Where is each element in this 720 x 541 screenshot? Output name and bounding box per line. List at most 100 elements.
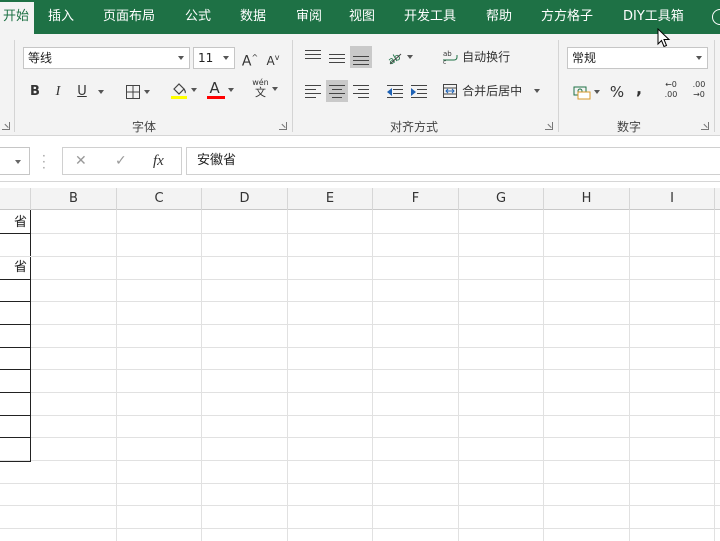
increase-decimal-top: ←0: [665, 80, 677, 89]
middle-align-icon[interactable]: [326, 46, 348, 68]
increase-font-size-button[interactable]: A^: [241, 47, 259, 70]
chevron-down-icon[interactable]: [696, 56, 702, 60]
font-color-button[interactable]: A: [203, 79, 237, 101]
gridline: [0, 460, 720, 461]
chevron-down-icon[interactable]: [15, 160, 21, 164]
column-header-f[interactable]: F: [373, 188, 459, 210]
column-header-h[interactable]: H: [544, 188, 630, 210]
gridline: [0, 392, 720, 393]
decrease-font-size-button[interactable]: Av: [264, 47, 282, 69]
orientation-icon: ab: [386, 51, 402, 67]
tab-page-layout[interactable]: 页面布局: [103, 0, 155, 34]
cell-border: [0, 415, 31, 416]
accounting-format-button[interactable]: [569, 81, 603, 103]
gridline: [0, 505, 720, 506]
svg-text:ab: ab: [443, 50, 452, 58]
tab-help[interactable]: 帮助: [486, 0, 512, 34]
chevron-down-icon: [406, 54, 413, 59]
align-left-icon[interactable]: [302, 80, 324, 102]
decrease-indent-icon[interactable]: [384, 80, 406, 102]
borders-button[interactable]: [121, 81, 153, 103]
alignment-launcher-icon[interactable]: [545, 122, 553, 130]
cell-a3[interactable]: 省: [0, 257, 31, 279]
chevron-down-icon[interactable]: [223, 56, 229, 60]
clipboard-launcher-icon[interactable]: [2, 122, 10, 130]
formula-bar-resize-handle[interactable]: · · ·: [42, 150, 46, 174]
group-separator: [558, 40, 559, 132]
cell-border: [0, 437, 31, 438]
chevron-down-icon: [534, 89, 541, 93]
tab-review[interactable]: 审阅: [296, 0, 322, 34]
tab-fangfang[interactable]: 方方格子: [541, 0, 593, 34]
tab-data[interactable]: 数据: [240, 0, 266, 34]
column-header-a[interactable]: [0, 188, 31, 210]
gridline: [0, 437, 720, 438]
worksheet-grid[interactable]: B C D E F G H I 省 省: [0, 188, 720, 541]
cell-border: [0, 256, 31, 257]
gridline: [543, 210, 544, 541]
font-name-combo[interactable]: 等线: [23, 47, 190, 69]
formula-buttons: ✕ ✓ fx: [62, 147, 182, 175]
font-name-value: 等线: [28, 51, 53, 65]
chevron-down-icon[interactable]: [178, 56, 184, 60]
chevron-down-icon: [190, 87, 197, 92]
alignment-group-label: 对齐方式: [390, 120, 439, 134]
tab-home[interactable]: 开始: [0, 2, 34, 34]
number-launcher-icon[interactable]: [701, 122, 709, 130]
column-header-b[interactable]: B: [31, 188, 117, 210]
tell-me-icon[interactable]: [712, 9, 720, 25]
tab-diy-toolbox[interactable]: DIY工具箱: [623, 0, 684, 34]
column-header-c[interactable]: C: [117, 188, 202, 210]
merge-center-button[interactable]: 合并后居中: [442, 80, 550, 102]
align-center-icon[interactable]: [326, 80, 348, 102]
enter-icon[interactable]: ✓: [115, 148, 127, 174]
underline-button[interactable]: U: [73, 81, 91, 103]
increase-decimal-button[interactable]: ←0 .00: [660, 80, 682, 106]
gridline: [372, 210, 373, 541]
tab-insert[interactable]: 插入: [48, 0, 74, 34]
phonetic-icon: wén 文: [252, 78, 269, 99]
group-separator: [292, 40, 293, 132]
column-header-g[interactable]: G: [459, 188, 544, 210]
column-header-row: B C D E F G H I: [0, 188, 720, 210]
font-size-combo[interactable]: 11: [193, 47, 235, 69]
name-box[interactable]: [0, 147, 30, 175]
cancel-icon[interactable]: ✕: [75, 148, 87, 174]
font-launcher-icon[interactable]: [279, 122, 287, 130]
cell-a1[interactable]: 省: [0, 212, 31, 233]
underline-dropdown[interactable]: [94, 81, 104, 103]
gridline: [0, 301, 720, 302]
formula-input[interactable]: 安徽省: [186, 147, 720, 175]
cell-a2[interactable]: [0, 234, 31, 256]
bottom-align-icon[interactable]: [350, 46, 372, 68]
group-separator: [14, 40, 15, 132]
number-format-combo[interactable]: 常规: [567, 47, 708, 69]
bold-button[interactable]: B: [26, 81, 44, 103]
column-header-e[interactable]: E: [288, 188, 373, 210]
shrink-font-icon: A: [266, 54, 275, 68]
tab-developer[interactable]: 开发工具: [404, 0, 456, 34]
phonetic-guide-button[interactable]: wén 文: [249, 78, 281, 106]
group-separator: [714, 40, 715, 132]
wrap-text-button[interactable]: ab c 自动换行: [442, 46, 522, 68]
decrease-decimal-button[interactable]: .00 →0: [688, 80, 710, 106]
gridline: [0, 324, 720, 325]
tab-formulas[interactable]: 公式: [185, 0, 211, 34]
font-size-value: 11: [198, 51, 214, 65]
percent-style-button[interactable]: %: [608, 81, 626, 103]
orientation-button[interactable]: ab: [384, 46, 414, 68]
comma-style-button[interactable]: ,: [632, 78, 646, 100]
top-align-icon[interactable]: [302, 46, 324, 68]
italic-button[interactable]: I: [49, 81, 67, 103]
column-header-i[interactable]: I: [630, 188, 715, 210]
insert-function-button[interactable]: fx: [153, 148, 164, 174]
column-header-d[interactable]: D: [202, 188, 288, 210]
decrease-decimal-top: .00: [692, 80, 706, 89]
mouse-cursor-icon: [657, 28, 671, 48]
fill-color-button[interactable]: [166, 79, 200, 101]
tab-view[interactable]: 视图: [349, 0, 375, 34]
chevron-down-icon: [271, 86, 278, 91]
align-right-icon[interactable]: [350, 80, 372, 102]
increase-indent-icon[interactable]: [408, 80, 430, 102]
number-format-value: 常规: [572, 51, 597, 65]
